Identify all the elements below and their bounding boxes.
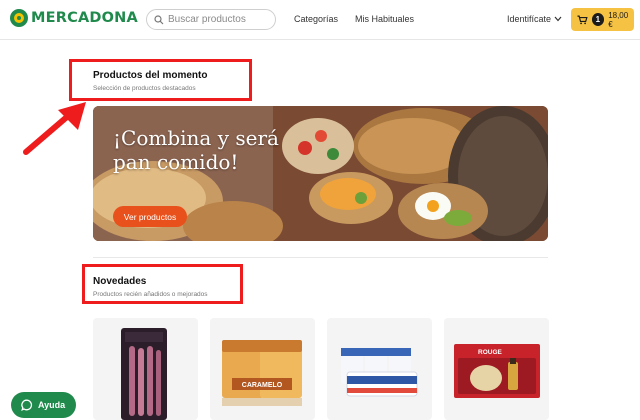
search-input[interactable] (168, 14, 268, 25)
top-header: MERCADONA Categorías Mis Habituales Iden… (0, 0, 640, 40)
search-box[interactable] (146, 9, 276, 30)
package-text: ROUGE (478, 349, 503, 356)
featured-title: Productos del momento (93, 70, 208, 81)
cart-count-badge: 1 (591, 13, 605, 26)
cart-button[interactable]: 1 18,00 € (571, 8, 634, 31)
product-card[interactable]: ROUGE (444, 318, 549, 420)
caramel-flan-image: CARAMELO (222, 340, 302, 406)
account-menu[interactable]: Identifícate (507, 14, 562, 24)
logo-icon (10, 9, 28, 27)
novedades-title: Novedades (93, 276, 147, 287)
promo-banner[interactable]: ¡Combina y será pan comido! Ver producto… (93, 106, 548, 241)
search-icon (154, 14, 164, 24)
product-card[interactable]: CARAMELO (210, 318, 315, 420)
help-button[interactable]: Ayuda (11, 392, 76, 418)
ver-productos-button[interactable]: Ver productos (113, 206, 187, 227)
novedades-subtitle: Productos recién añadidos o mejorados (93, 291, 208, 298)
package-text: CARAMELO (242, 382, 283, 389)
rouge-gift-box-image: ROUGE (454, 344, 540, 398)
brand-name: MERCADONA (31, 10, 138, 26)
yogurt-pack-image (341, 348, 418, 397)
cart-total: 18,00 € (608, 10, 629, 29)
cart-icon (577, 15, 588, 24)
featured-subtitle: Selección de productos destacados (93, 85, 196, 92)
mercadona-logo[interactable]: MERCADONA (10, 9, 138, 27)
help-label: Ayuda (38, 400, 66, 410)
product-card[interactable] (327, 318, 432, 420)
chat-bubble-icon (21, 399, 33, 411)
banner-headline: ¡Combina y será pan comido! (113, 126, 279, 174)
product-card[interactable] (93, 318, 198, 420)
annotation-arrow (23, 102, 86, 155)
sausage-pack-image (121, 328, 167, 420)
nav-mis-habituales[interactable]: Mis Habituales (355, 14, 414, 24)
account-label: Identifícate (507, 14, 552, 24)
chevron-down-icon (554, 16, 562, 22)
section-divider (93, 257, 548, 258)
nav-categorias[interactable]: Categorías (294, 14, 338, 24)
